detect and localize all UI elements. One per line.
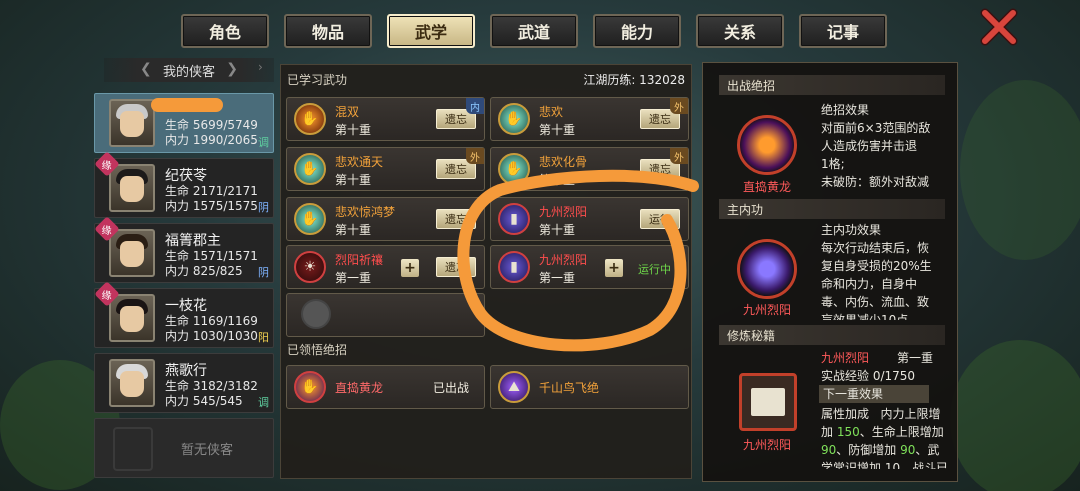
avatar <box>109 229 155 277</box>
external-badge: 外 <box>670 98 688 114</box>
status-badge: 调 <box>258 136 269 149</box>
skill-slot[interactable]: ✋ 悲欢 第十重 遗忘 外 <box>490 97 689 141</box>
detail-panel: 出战绝招 直捣黄龙 绝招效果 对面前6×3范围的敌 人造成伤害并击退 1格; 未… <box>702 62 958 482</box>
hero-list-header: ❮ 我的侠客 ❯ <box>104 58 274 82</box>
empty-hero-slot: 暂无侠客 <box>94 418 274 478</box>
tab-relations[interactable]: 关系 <box>696 14 784 48</box>
status-badge: 阳 <box>258 331 269 344</box>
orange-annotation-circle <box>457 169 699 352</box>
deployed-ultimate-title: 出战绝招 <box>719 75 945 95</box>
status-badge: 阴 <box>258 201 269 214</box>
hero-card[interactable]: 缘 一枝花 生命 1169/1169 内力 1030/1030 阳 <box>94 281 274 348</box>
training-manual-title: 修炼秘籍 <box>719 325 945 345</box>
right-arrow-icon: ❯ <box>226 61 238 77</box>
claw-skill-icon: ✋ <box>498 103 530 135</box>
internal-badge: 内 <box>466 98 484 114</box>
claw-skill-icon: ✋ <box>294 103 326 135</box>
status-badge: 阴 <box>258 266 269 279</box>
avatar <box>109 359 155 407</box>
ultimate-slot[interactable]: ⛰ 千山鸟飞绝 <box>490 365 689 409</box>
avatar <box>109 164 155 212</box>
hero-card[interactable]: 缘 福箐郡主 生命 1571/1571 内力 825/825 阴 <box>94 216 274 283</box>
flame-skill-icon: ☀ <box>294 251 326 283</box>
deployed-status: 已出战 <box>433 381 470 395</box>
claw-skill-icon: ✋ <box>294 153 326 185</box>
avatar <box>109 99 155 147</box>
book-icon <box>739 373 797 431</box>
learned-skills-title: 已学习武功 <box>287 73 348 87</box>
empty-slot-icon <box>301 299 331 329</box>
left-arrow-icon: ❮ <box>140 61 152 77</box>
mountain-ultimate-icon: ⛰ <box>498 371 530 403</box>
main-internal-icon <box>737 239 797 299</box>
close-icon[interactable] <box>980 8 1018 46</box>
upgrade-plus-button[interactable]: + <box>401 259 419 277</box>
comprehended-ultimates-title: 已领悟绝招 <box>287 343 348 357</box>
ultimate-effect-title: 绝招效果 <box>821 103 870 117</box>
status-badge: 调 <box>258 396 269 409</box>
tab-journal[interactable]: 记事 <box>799 14 887 48</box>
chevron-right-icon[interactable]: › <box>258 60 263 74</box>
hero-card[interactable]: 生命 5699/5749 内力 1990/2065 调 <box>94 93 274 153</box>
claw-ultimate-icon: ✋ <box>294 371 326 403</box>
claw-skill-icon: ✋ <box>294 203 326 235</box>
hero-card[interactable]: 缘 纪茯苓 生命 2171/2171 内力 1575/1575 阴 <box>94 151 274 218</box>
ultimate-icon <box>737 115 797 175</box>
experience-counter: 江湖历练: 132028 <box>583 73 685 87</box>
empty-avatar-placeholder <box>113 427 153 471</box>
tab-abilities[interactable]: 能力 <box>593 14 681 48</box>
tab-character[interactable]: 角色 <box>181 14 269 48</box>
skill-slot[interactable]: ✋ 混双 第十重 遗忘 内 <box>286 97 485 141</box>
scribble-mark <box>151 98 223 112</box>
main-internal-title: 主内功 <box>719 199 945 219</box>
tab-items[interactable]: 物品 <box>284 14 372 48</box>
tab-martial-arts[interactable]: 武学 <box>387 14 475 48</box>
avatar <box>109 294 155 342</box>
main-effect-title: 主内功效果 <box>821 223 882 237</box>
ultimate-slot[interactable]: ✋ 直捣黄龙 已出战 <box>286 365 485 409</box>
tab-martial-way[interactable]: 武道 <box>490 14 578 48</box>
hero-card[interactable]: 燕歌行 生命 3182/3182 内力 545/545 调 <box>94 353 274 413</box>
